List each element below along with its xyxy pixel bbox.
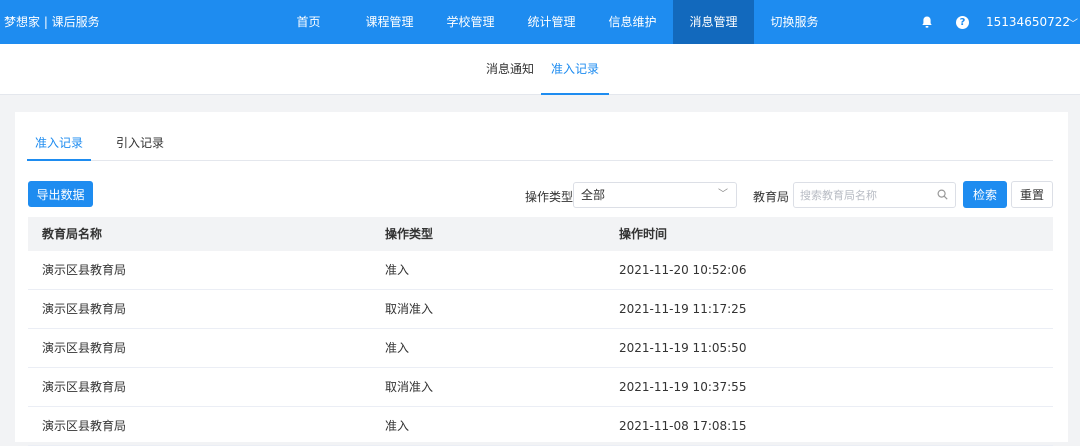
user-account[interactable]: 15134650722 (986, 15, 1070, 29)
cell-bureau: 演示区县教育局 (42, 341, 127, 355)
chevron-down-icon: ﹀ (718, 189, 728, 200)
table-row: 演示区县教育局 取消准入 2021-11-19 10:37:55 (28, 368, 1053, 407)
operation-type-select[interactable]: 全部 ﹀ (573, 182, 737, 208)
export-data-button[interactable]: 导出数据 (28, 181, 93, 207)
column-header-operation-time: 操作时间 (619, 227, 668, 241)
top-navigation-bar: 梦想家 | 课后服务 首页 课程管理 学校管理 统计管理 信息维护 消息管理 切… (0, 0, 1080, 44)
reset-button[interactable]: 重置 (1011, 181, 1053, 208)
nav-item-statistics[interactable]: 统计管理 (511, 0, 592, 44)
records-table: 教育局名称 操作类型 操作时间 演示区县教育局 准入 2021-11-20 10… (28, 217, 1053, 446)
table-header: 教育局名称 操作类型 操作时间 (28, 217, 1053, 251)
nav-item-messages[interactable]: 消息管理 (673, 0, 754, 44)
chevron-down-icon[interactable]: ﹀ (1068, 15, 1078, 30)
sub-navigation: 消息通知 准入记录 (0, 44, 1080, 95)
operation-type-label: 操作类型 (525, 190, 574, 204)
record-tabs: 准入记录 引入记录 (27, 132, 1053, 161)
nav-item-info[interactable]: 信息维护 (592, 0, 673, 44)
main-nav: 首页 课程管理 学校管理 统计管理 信息维护 消息管理 切换服务 (268, 0, 835, 44)
subtab-admission-record[interactable]: 准入记录 (541, 44, 609, 95)
cell-operation-time: 2021-11-19 11:05:50 (619, 341, 747, 355)
cell-operation-type: 准入 (385, 341, 410, 355)
cell-operation-time: 2021-11-19 11:17:25 (619, 302, 747, 316)
cell-operation-time: 2021-11-08 17:08:15 (619, 419, 747, 433)
cell-operation-type: 准入 (385, 263, 410, 277)
brand-title: 梦想家 | 课后服务 (4, 15, 100, 29)
table-row: 演示区县教育局 准入 2021-11-20 10:52:06 (28, 251, 1053, 290)
nav-item-switch-service[interactable]: 切换服务 (754, 0, 835, 44)
search-button[interactable]: 检索 (963, 181, 1007, 208)
cell-bureau: 演示区县教育局 (42, 302, 127, 316)
help-icon[interactable]: ? (956, 15, 970, 29)
cell-operation-type: 准入 (385, 419, 410, 433)
tab-admission-record[interactable]: 准入记录 (27, 132, 91, 161)
column-header-bureau: 教育局名称 (42, 227, 103, 241)
content-card: 准入记录 引入记录 导出数据 操作类型 全部 ﹀ 教育局 检索 重置 教育局名称… (15, 112, 1068, 446)
table-row: 演示区县教育局 取消准入 2021-11-19 11:17:25 (28, 290, 1053, 329)
nav-item-home[interactable]: 首页 (268, 0, 349, 44)
cell-bureau: 演示区县教育局 (42, 263, 127, 277)
subtab-message-notice[interactable]: 消息通知 (486, 44, 534, 95)
cell-operation-time: 2021-11-19 10:37:55 (619, 380, 747, 394)
table-row: 演示区县教育局 准入 2021-11-19 11:05:50 (28, 329, 1053, 368)
cell-operation-type: 取消准入 (385, 302, 434, 316)
table-row: 演示区县教育局 准入 2021-11-08 17:08:15 (28, 407, 1053, 446)
tab-import-record[interactable]: 引入记录 (116, 132, 164, 161)
topbar-right: ? 15134650722 (920, 0, 1080, 44)
cell-operation-type: 取消准入 (385, 380, 434, 394)
cell-operation-time: 2021-11-20 10:52:06 (619, 263, 747, 277)
bell-icon[interactable] (920, 15, 934, 29)
column-header-operation-type: 操作类型 (385, 227, 434, 241)
search-icon (937, 189, 948, 200)
cell-bureau: 演示区县教育局 (42, 419, 127, 433)
bureau-search-input[interactable] (793, 182, 956, 208)
nav-item-schools[interactable]: 学校管理 (430, 0, 511, 44)
bureau-label: 教育局 (753, 190, 790, 204)
nav-item-courses[interactable]: 课程管理 (349, 0, 430, 44)
cell-bureau: 演示区县教育局 (42, 380, 127, 394)
operation-type-value: 全部 (581, 188, 606, 202)
